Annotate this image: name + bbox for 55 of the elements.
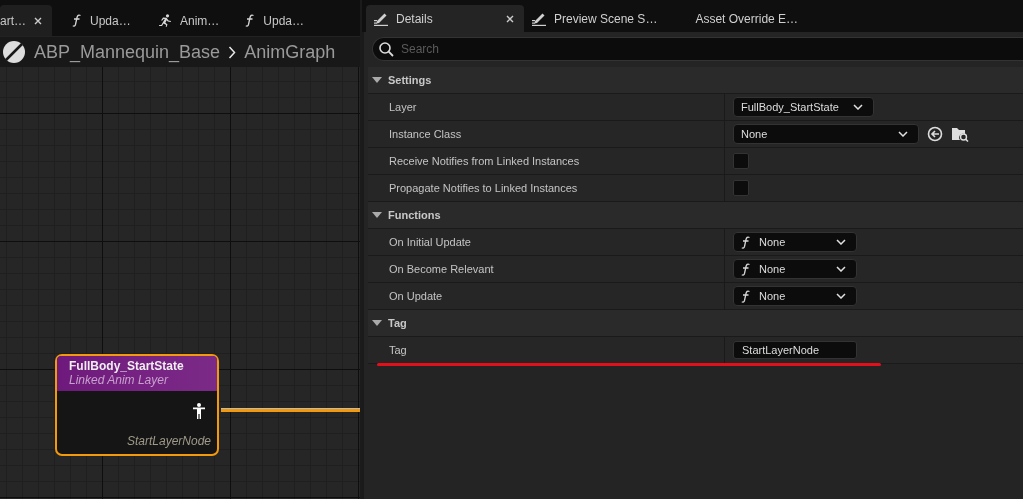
close-icon[interactable] (506, 14, 514, 23)
function-dropdown[interactable]: None (733, 286, 857, 306)
running-figure-icon (158, 14, 172, 27)
node-title: FullBody_StartState (69, 359, 185, 373)
function-dropdown[interactable]: None (733, 232, 857, 252)
collapse-arrow-icon[interactable] (372, 319, 382, 327)
panel-tab[interactable]: Details (366, 5, 524, 32)
function-icon (72, 14, 82, 27)
breadcrumb-item[interactable]: ABP_Mannequin_Base (34, 41, 221, 63)
node-subtitle: Linked Anim Layer (69, 373, 170, 387)
property-label: On Become Relevant (389, 263, 494, 275)
section-header: Functions (388, 209, 441, 221)
anim-graph-node[interactable]: FullBody_StartState Linked Anim Layer StartLayerNode (55, 354, 219, 456)
browse-folder-icon[interactable] (951, 126, 969, 142)
property-label: Layer (389, 101, 417, 113)
pose-figure-icon[interactable] (193, 403, 205, 419)
function-icon (741, 235, 751, 249)
node-tag-label: StartLayerNode (125, 434, 212, 450)
property-label: Instance Class (389, 128, 462, 140)
editor-tab[interactable]: Upda… (235, 5, 316, 36)
checkbox[interactable] (733, 153, 749, 169)
chevron-down-icon (836, 266, 846, 272)
class-dropdown[interactable]: None (733, 124, 919, 144)
use-selected-icon[interactable] (927, 126, 943, 142)
function-icon (245, 14, 256, 27)
editor-tab[interactable]: Anim… (148, 5, 230, 36)
chevron-down-icon (836, 293, 846, 299)
chevron-down-icon (852, 104, 863, 110)
tag-field[interactable]: StartLayerNode (733, 341, 857, 359)
property-label: Receive Notifies from Linked Instances (389, 155, 580, 167)
editor-tab[interactable]: art… (0, 5, 52, 36)
collapse-arrow-icon[interactable] (372, 211, 382, 219)
section-header: Tag (388, 317, 407, 329)
panel-tab[interactable]: Asset Override E… (687, 5, 809, 32)
pencil-icon (374, 11, 389, 26)
breadcrumb-item[interactable]: AnimGraph (244, 41, 336, 63)
property-label: Tag (389, 344, 407, 356)
close-icon[interactable] (34, 16, 42, 25)
property-label: On Initial Update (389, 236, 471, 248)
pencil-icon (532, 11, 547, 26)
chevron-right-icon (228, 45, 237, 59)
chevron-down-icon (898, 131, 908, 137)
property-label: Propagate Notifies to Linked Instances (389, 182, 578, 194)
function-icon (741, 262, 751, 276)
chevron-down-icon (836, 239, 846, 245)
property-label: On Update (389, 290, 443, 302)
checkbox[interactable] (733, 180, 749, 196)
function-dropdown[interactable]: None (733, 259, 857, 279)
panel-tab[interactable]: Preview Scene S… (524, 5, 668, 32)
section-header: Settings (388, 74, 432, 86)
collapse-arrow-icon[interactable] (372, 76, 382, 84)
search-field[interactable]: Search (372, 37, 1023, 61)
function-icon (741, 289, 751, 303)
editor-tab[interactable]: Upda… (62, 5, 142, 36)
layer-dropdown[interactable]: FullBody_StartState (733, 97, 874, 117)
